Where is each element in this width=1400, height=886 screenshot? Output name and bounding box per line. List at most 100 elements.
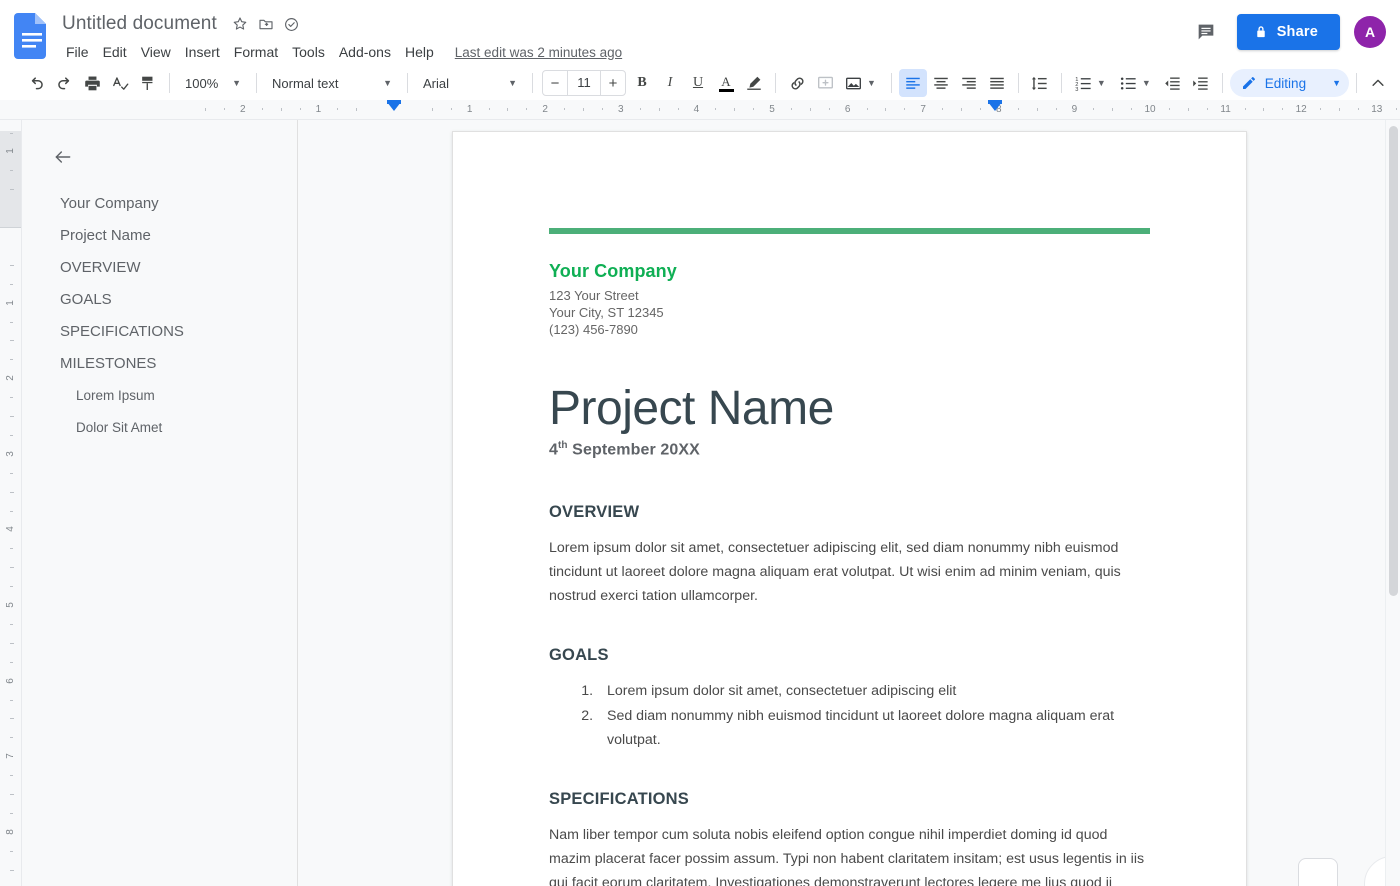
- scrollbar-thumb[interactable]: [1389, 126, 1398, 596]
- ruler-tick: [1168, 108, 1170, 110]
- outline-list: Your Company Project Name OVERVIEW GOALS SPE…: [22, 188, 297, 444]
- underline-button[interactable]: U: [684, 69, 712, 97]
- toolbar-divider: [1060, 73, 1062, 93]
- ruler-number: 9: [1071, 104, 1078, 115]
- last-edit-status[interactable]: Last edit was 2 minutes ago: [455, 45, 622, 60]
- ruler-tick: [450, 108, 452, 110]
- outline-item[interactable]: SPECIFICATIONS: [22, 316, 283, 348]
- paint-format-icon[interactable]: [134, 69, 162, 97]
- menu-edit[interactable]: Edit: [96, 40, 134, 64]
- ruler-tick: [1320, 108, 1322, 110]
- menu-view[interactable]: View: [134, 40, 178, 64]
- document-page[interactable]: Your Company 123 Your Street Your City, …: [452, 131, 1247, 886]
- toolbar-divider: [256, 73, 257, 93]
- ruler-tick: [205, 108, 206, 111]
- align-justify-icon[interactable]: [983, 69, 1011, 97]
- numbered-list-dropdown[interactable]: 1 2 3 ▼: [1069, 69, 1114, 97]
- left-margin-marker[interactable]: [387, 100, 401, 111]
- google-docs-icon[interactable]: [14, 13, 50, 59]
- outline-item[interactable]: Your Company: [22, 188, 283, 220]
- link-icon[interactable]: [783, 69, 811, 97]
- text-color-button[interactable]: A: [712, 69, 740, 97]
- undo-icon[interactable]: [22, 69, 50, 97]
- ruler-tick: [10, 189, 14, 191]
- section-body-specifications: Nam liber tempor cum soluta nobis eleife…: [549, 827, 1145, 886]
- title-icons: [229, 13, 303, 35]
- editing-mode-label: Editing: [1264, 75, 1307, 91]
- ruler-tick: [866, 108, 868, 110]
- ruler-tick: [639, 108, 641, 110]
- increase-font-size-button[interactable]: +: [601, 71, 625, 95]
- menu-add-ons[interactable]: Add-ons: [332, 40, 398, 64]
- ruler-tick: [979, 108, 981, 110]
- align-center-icon[interactable]: [927, 69, 955, 97]
- menu-file[interactable]: File: [59, 40, 96, 64]
- cloud-saved-icon[interactable]: [281, 13, 303, 35]
- ruler-tick: [10, 510, 13, 512]
- increase-indent-icon[interactable]: [1187, 69, 1215, 97]
- horizontal-ruler[interactable]: 2 1 1 2 3 4 5 6 7 8 9 10 11 12 13: [0, 100, 1400, 120]
- menu-insert[interactable]: Insert: [178, 40, 227, 64]
- ruler-tick: [507, 108, 509, 111]
- vertical-ruler[interactable]: 1 1 2 3 4 5 6 7 8: [0, 120, 22, 886]
- share-button[interactable]: Share: [1236, 14, 1340, 50]
- highlight-pen-icon[interactable]: [740, 69, 768, 97]
- chevron-up-icon[interactable]: [1364, 69, 1392, 97]
- align-left-icon[interactable]: [898, 69, 927, 97]
- bold-button[interactable]: B: [628, 69, 656, 97]
- decrease-indent-icon[interactable]: [1159, 69, 1187, 97]
- arrow-back-icon[interactable]: [48, 142, 78, 172]
- chevron-down-icon: ▼: [232, 78, 241, 88]
- outline-item[interactable]: Dolor Sit Amet: [22, 412, 283, 444]
- ruler-tick: [1282, 108, 1284, 110]
- ruler-number: 1: [466, 104, 473, 115]
- outline-item[interactable]: Lorem Ipsum: [22, 380, 283, 412]
- paragraph-style-dropdown[interactable]: Normal text ▼: [264, 69, 400, 97]
- insert-image-dropdown[interactable]: ▼: [839, 69, 884, 97]
- print-icon[interactable]: [78, 69, 106, 97]
- italic-button[interactable]: I: [656, 69, 684, 97]
- ruler-number: 4: [5, 526, 16, 533]
- ruler-tick: [1244, 108, 1246, 110]
- spellcheck-icon[interactable]: [106, 69, 134, 97]
- outline-item[interactable]: MILESTONES: [22, 348, 283, 380]
- bulleted-list-dropdown[interactable]: ▼: [1114, 69, 1159, 97]
- ruler-tick: [10, 812, 13, 814]
- ruler-tick: [280, 108, 282, 111]
- ruler-tick: [10, 794, 14, 795]
- editing-mode-button[interactable]: Editing ▼: [1229, 69, 1349, 97]
- move-to-folder-icon[interactable]: [255, 13, 277, 35]
- explore-button[interactable]: [1298, 858, 1338, 886]
- outline-item[interactable]: OVERVIEW: [22, 252, 283, 284]
- document-title[interactable]: Untitled document: [60, 11, 219, 37]
- redo-icon[interactable]: [50, 69, 78, 97]
- ruler-number: 10: [1144, 104, 1156, 115]
- ruler-tick: [10, 283, 13, 285]
- ruler-tick: [790, 108, 792, 110]
- align-right-icon[interactable]: [955, 69, 983, 97]
- star-icon[interactable]: [229, 13, 251, 35]
- page-title: Project Name: [549, 382, 834, 435]
- right-margin-marker[interactable]: [988, 100, 1003, 111]
- outline-item[interactable]: Project Name: [22, 220, 283, 252]
- vertical-scrollbar[interactable]: [1385, 120, 1400, 886]
- comment-icon[interactable]: [1189, 15, 1223, 49]
- ruler-tick: [658, 108, 660, 111]
- font-size-input[interactable]: 11: [567, 71, 601, 95]
- line-spacing-icon[interactable]: [1026, 69, 1054, 97]
- avatar[interactable]: A: [1354, 16, 1386, 48]
- top-margin-marker[interactable]: [0, 227, 21, 228]
- menu-tools[interactable]: Tools: [285, 40, 332, 64]
- menu-format[interactable]: Format: [227, 40, 285, 64]
- decrease-font-size-button[interactable]: −: [543, 71, 567, 95]
- list-item: Lorem ipsum dolor sit amet, consectetuer…: [597, 679, 1150, 703]
- font-family-dropdown[interactable]: Arial ▼: [415, 69, 525, 97]
- share-label: Share: [1276, 24, 1318, 40]
- zoom-dropdown[interactable]: 100% ▼: [177, 69, 249, 97]
- outline-item[interactable]: GOALS: [22, 284, 283, 316]
- ruler-tick: [10, 340, 14, 342]
- menu-help[interactable]: Help: [398, 40, 441, 64]
- document-canvas[interactable]: Your Company 123 Your Street Your City, …: [298, 120, 1400, 886]
- ruler-tick: [961, 108, 962, 111]
- add-comment-icon[interactable]: [811, 69, 839, 97]
